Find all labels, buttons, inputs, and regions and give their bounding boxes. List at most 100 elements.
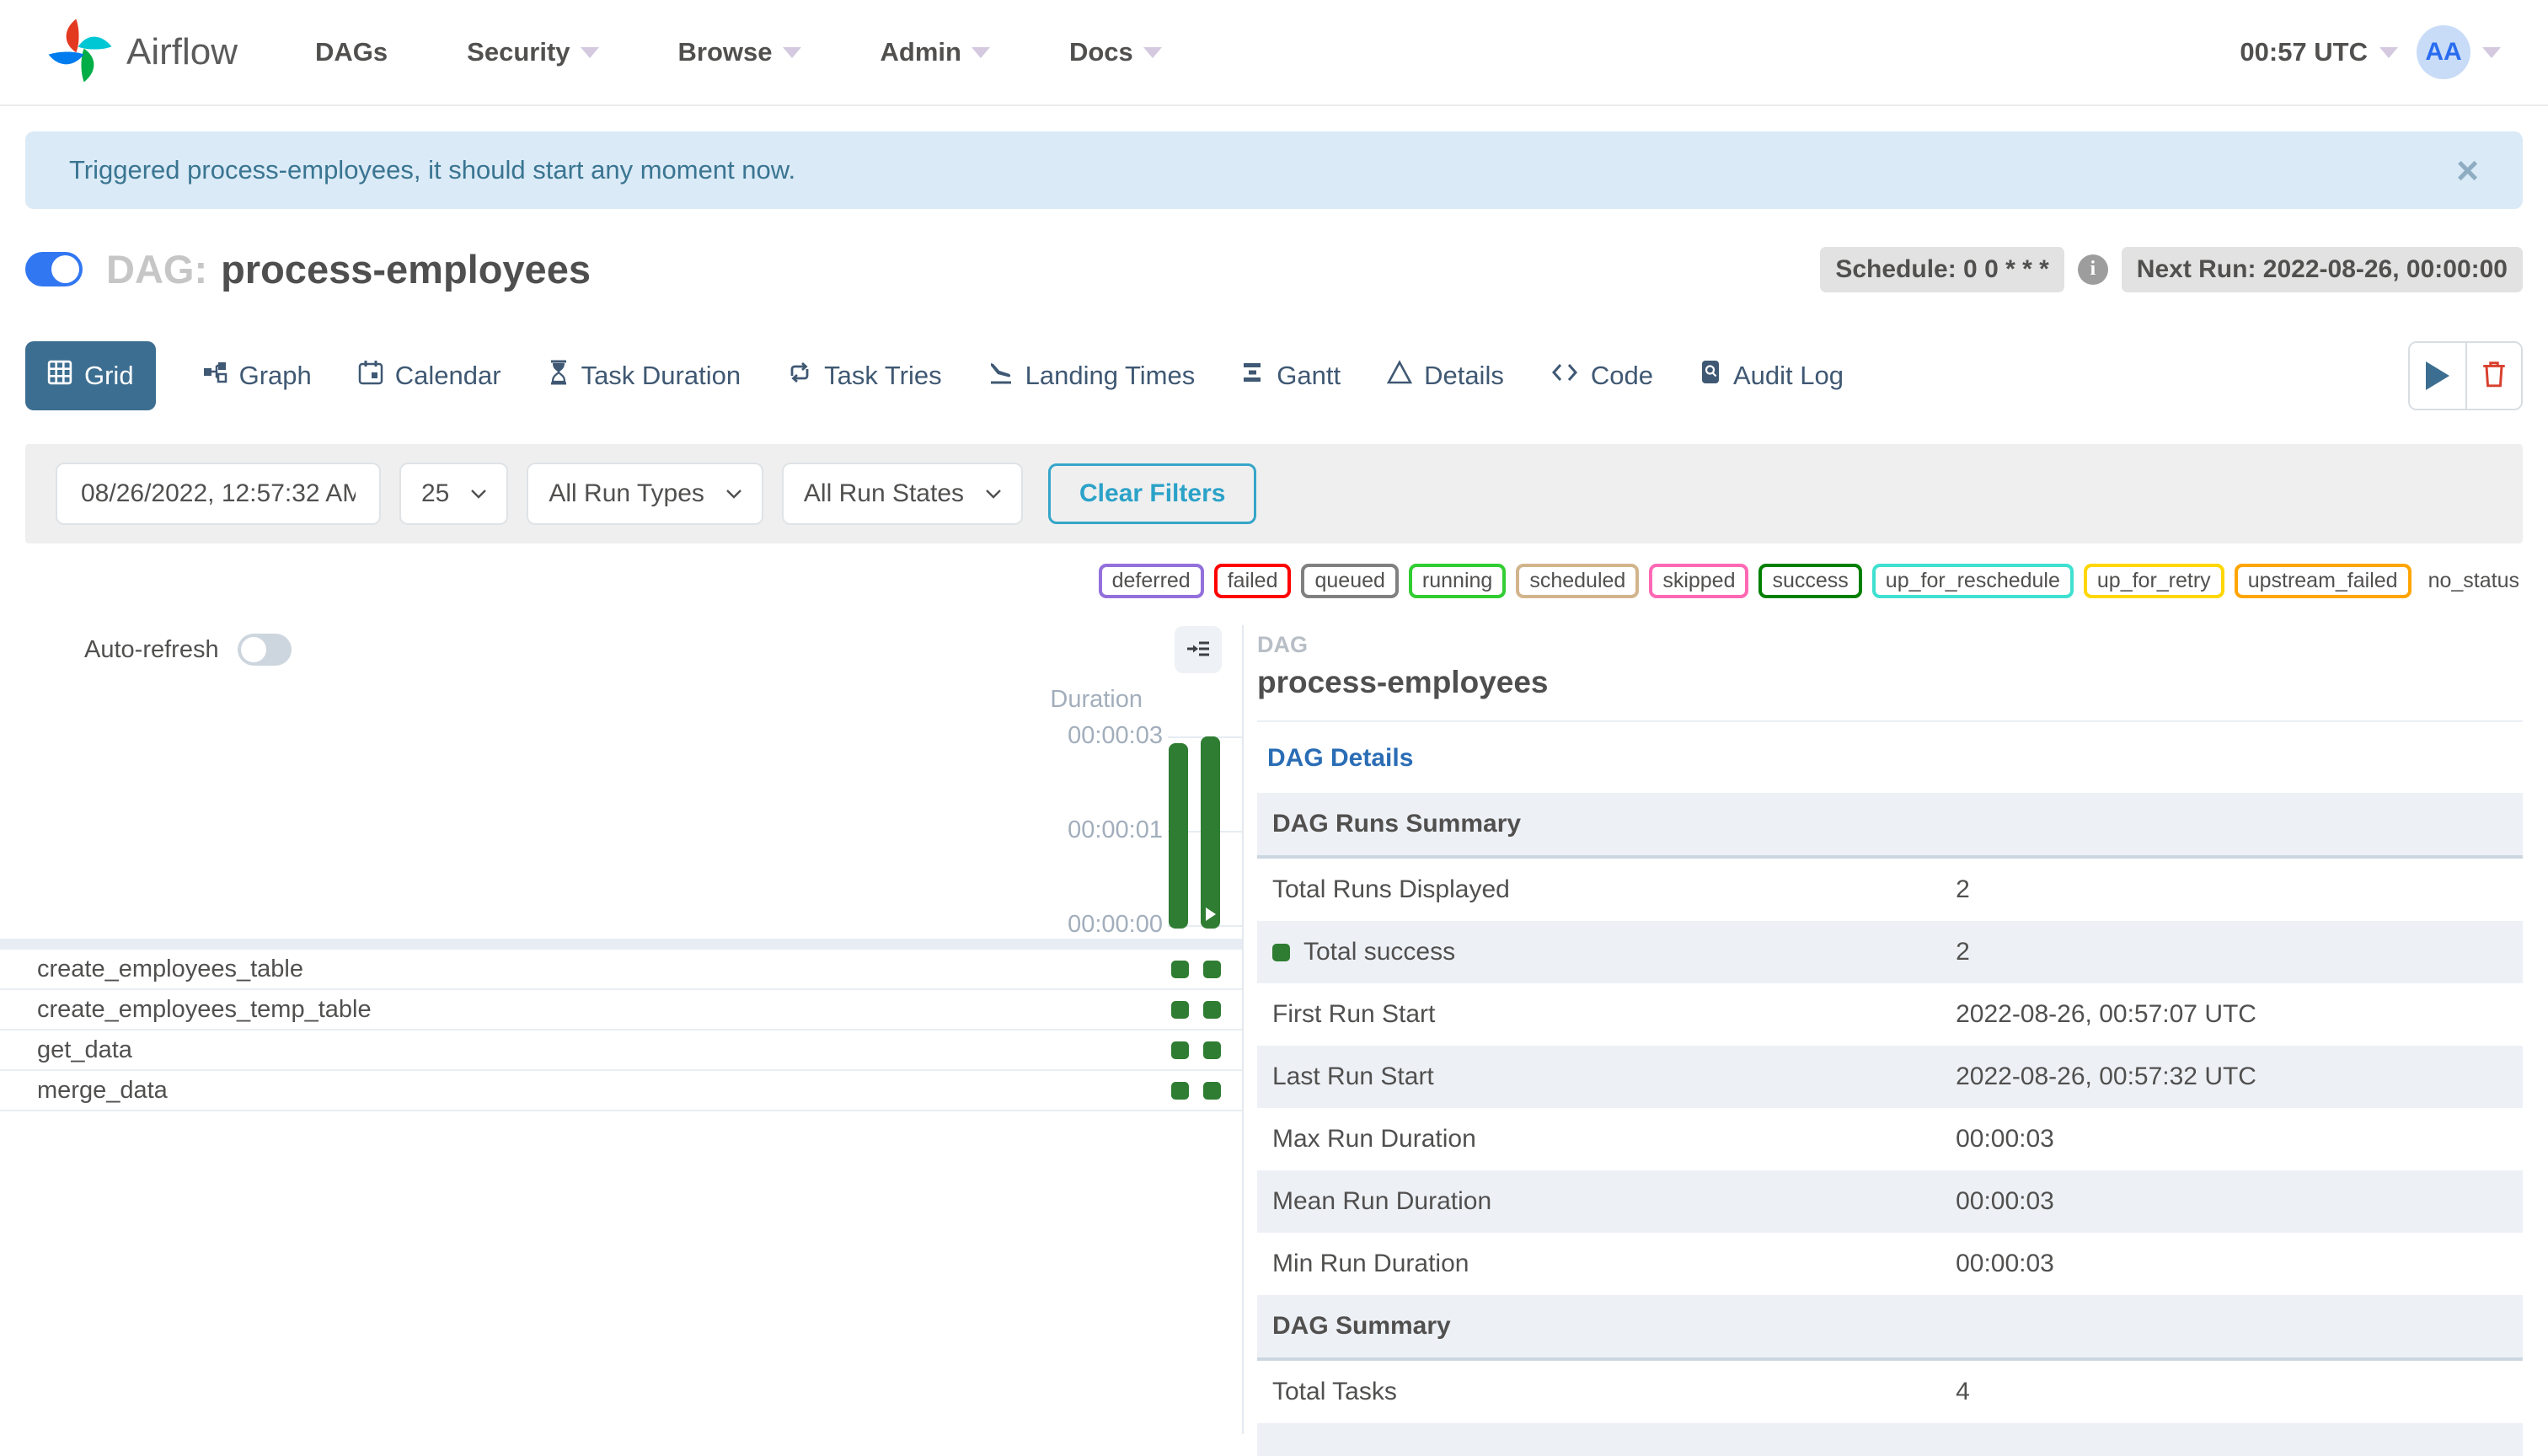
num-runs-select[interactable]: 25 [399,463,509,525]
menu-docs[interactable]: Docs [1069,37,1162,67]
task-instance-success[interactable] [1203,1000,1221,1019]
task-instance-success[interactable] [1171,1041,1189,1059]
delete-dag-button[interactable] [2465,343,2521,409]
chevron-down-icon [726,489,741,499]
navbar: Airflow DAGs Security Browse Admin Docs … [0,0,2548,106]
run-bars [1169,736,1220,929]
auto-refresh-toggle[interactable] [237,634,292,666]
menu-admin[interactable]: Admin [881,37,990,67]
tab-calendar[interactable]: Calendar [358,360,501,392]
tab-task-duration[interactable]: Task Duration [548,360,741,392]
panel-dag-name: process-employees [1257,665,1549,699]
success-swatch [1272,944,1290,961]
chevron-down-icon [580,46,599,58]
run-duration-chart: Duration 00:00:03 00:00:01 00:00:00 [0,686,1242,939]
tab-code[interactable]: Code [1550,360,1653,392]
repeat-icon [787,360,812,392]
airflow-logo[interactable]: Airflow [47,15,238,90]
chevron-down-icon [2379,46,2398,58]
user-menu[interactable]: AA [2417,25,2501,79]
legend-deferred[interactable]: deferred [1098,564,1204,598]
tab-task-tries[interactable]: Task Tries [787,360,942,392]
task-instance-success[interactable] [1171,1081,1189,1100]
legend-skipped[interactable]: skipped [1649,564,1749,598]
collapse-panel-icon [1186,636,1211,664]
menu-security[interactable]: Security [467,37,599,67]
graph-icon [202,360,228,392]
dag-details-link[interactable]: DAG Details [1267,744,1413,773]
tab-graph[interactable]: Graph [202,360,312,392]
timezone-selector[interactable]: 00:57 UTC [2240,37,2398,67]
task-row: merge_data [0,1071,1242,1111]
task-instance-success[interactable] [1203,1081,1221,1100]
legend-no-status: no_status [2428,569,2519,592]
task-name[interactable]: create_employees_table [0,956,303,983]
gantt-icon [1241,360,1265,392]
task-name[interactable]: merge_data [0,1077,168,1105]
legend-success[interactable]: success [1758,564,1862,598]
filter-bar: 25 All Run Types All Run States Clear Fi… [25,444,2523,543]
axis-tick: 00:00:03 [1068,722,1163,749]
legend-up-for-reschedule[interactable]: up_for_reschedule [1871,564,2074,598]
grid-pane: Auto-refresh Duration 00:00:03 00:00:01 … [0,625,1242,1434]
plane-landing-icon [988,360,1014,392]
next-run-badge: Next Run: 2022-08-26, 00:00:00 [2121,246,2523,292]
tab-grid[interactable]: Grid [25,341,156,410]
task-instance-success[interactable] [1171,960,1189,978]
dag-pause-toggle[interactable] [25,252,83,286]
chevron-down-icon [471,489,487,499]
legend-upstream-failed[interactable]: upstream_failed [2234,564,2412,598]
row-label: Last Run Start [1272,1063,1434,1090]
row-label: Min Run Duration [1272,1250,1469,1277]
legend-up-for-retry[interactable]: up_for_retry [2083,564,2224,598]
play-icon [2426,361,2449,390]
legend-scheduled[interactable]: scheduled [1516,564,1640,598]
navbar-right: 00:57 UTC AA [2240,25,2501,79]
trash-icon [2481,360,2508,393]
schedule-badge: Schedule: 0 0 * * * [1820,246,2064,292]
dag-title-prefix: DAG: [106,247,208,292]
legend-failed[interactable]: failed [1213,564,1292,598]
tab-audit-log[interactable]: Audit Log [1700,360,1844,392]
legend-queued[interactable]: queued [1301,564,1399,598]
menu-dags[interactable]: DAGs [315,37,388,67]
task-name[interactable]: get_data [0,1036,132,1064]
table-row: Max Run Duration 00:00:03 [1257,1108,2523,1170]
toggle-details-panel-button[interactable] [1175,626,1222,673]
trigger-alert-banner: Triggered process-employees, it should s… [25,131,2523,209]
info-icon[interactable]: i [2077,254,2108,285]
grid-controls: Auto-refresh [0,625,1242,674]
task-row: get_data [0,1030,1242,1071]
close-icon[interactable]: × [2456,151,2479,190]
tab-details[interactable]: Details [1386,360,1504,392]
task-instance-success[interactable] [1171,1000,1189,1019]
next-row-sliver [1257,1423,2523,1456]
axis-tick: 00:00:00 [1068,911,1163,938]
task-name[interactable]: create_employees_temp_table [0,996,372,1024]
row-label: Total Tasks [1272,1378,1397,1405]
dag-run-bar-manual[interactable] [1201,736,1220,929]
trigger-dag-button[interactable] [2410,343,2465,409]
tab-gantt[interactable]: Gantt [1241,360,1341,392]
clear-filters-button[interactable]: Clear Filters [1048,463,1257,524]
table-row: Min Run Duration 00:00:03 [1257,1233,2523,1295]
base-date-input[interactable] [56,463,381,525]
brand-name: Airflow [126,31,238,72]
section-header: DAG Runs Summary [1257,793,2523,859]
table-row: Total Runs Displayed 2 [1257,857,2523,921]
row-value: 2 [1956,875,1970,903]
run-states-select[interactable]: All Run States [781,463,1024,525]
task-row: create_employees_table [0,950,1242,990]
alert-message: Triggered process-employees, it should s… [69,155,796,185]
axis-tick: 00:00:01 [1068,816,1163,843]
task-row: create_employees_temp_table [0,990,1242,1030]
legend-running[interactable]: running [1408,564,1507,598]
run-types-select[interactable]: All Run Types [527,463,763,525]
task-instance-success[interactable] [1203,1041,1221,1059]
auto-refresh-label: Auto-refresh [84,635,219,663]
calendar-icon [358,360,383,392]
dag-run-bar-scheduled[interactable] [1169,743,1188,929]
task-instance-success[interactable] [1203,960,1221,978]
menu-browse[interactable]: Browse [678,37,801,67]
tab-landing-times[interactable]: Landing Times [988,360,1195,392]
